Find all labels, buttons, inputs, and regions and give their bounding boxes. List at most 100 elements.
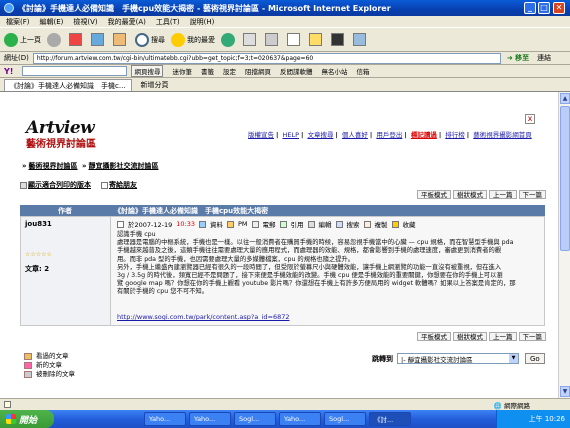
prev-post-button[interactable]: 上一篇 — [489, 332, 517, 341]
post-date: 於2007-12-19 — [128, 221, 173, 229]
link-help[interactable]: HELP — [282, 131, 299, 139]
taskbar-item[interactable]: Sogl... — [234, 412, 276, 426]
search-link[interactable]: 搜索 — [347, 219, 360, 229]
go-button[interactable]: ➜ 移至 — [507, 53, 529, 63]
yahoo-logo[interactable]: Y! — [4, 67, 13, 76]
print-version-link[interactable]: 顯示適合列印的版本 — [20, 180, 91, 190]
email-friend-link[interactable]: 寄給朋友 — [101, 180, 137, 190]
links-label[interactable]: 連結 — [537, 53, 551, 63]
yahoo-item-minipen[interactable]: 迷你筆 — [172, 66, 192, 76]
windows-flag-icon — [6, 414, 16, 424]
messenger-button[interactable] — [331, 33, 347, 46]
link-search[interactable]: 文章搜尋 — [307, 131, 333, 139]
next-post-button[interactable]: 下一篇 — [518, 190, 546, 199]
next-post-button[interactable]: 下一篇 — [518, 332, 546, 341]
menu-favorites[interactable]: 我的最愛(A) — [108, 17, 146, 27]
link-logout[interactable]: 用戶登出 — [376, 131, 402, 139]
home-button[interactable] — [113, 33, 129, 46]
edit-link[interactable]: 編輯 — [319, 219, 332, 229]
yahoo-item-wretch[interactable]: 無名小站 — [321, 66, 347, 76]
refresh-button[interactable] — [91, 33, 107, 46]
print-toolbar-button[interactable] — [265, 33, 281, 46]
profile-icon — [199, 220, 207, 228]
forward-button[interactable] — [47, 32, 63, 47]
search-label: 搜尋 — [151, 35, 165, 44]
prev-post-button[interactable]: 上一篇 — [489, 190, 517, 199]
history-button[interactable] — [221, 32, 237, 47]
discuss-button[interactable] — [309, 33, 325, 46]
close-button[interactable]: ✕ — [553, 2, 565, 14]
menu-tools[interactable]: 工具(T) — [156, 17, 180, 27]
close-ad-icon[interactable]: x — [525, 114, 535, 124]
copy-link[interactable]: 複製 — [375, 219, 388, 229]
document-icon — [287, 33, 300, 46]
breadcrumb-forum[interactable]: 藝術視界討論區 — [29, 162, 78, 170]
address-input[interactable]: http://forum.artview.com.tw/cgi-bin/ulti… — [32, 52, 501, 64]
tree-mode-button[interactable]: 樹狀模式 — [453, 190, 487, 199]
yahoo-item-popup-blocker[interactable]: 阻擋網頁 — [245, 66, 271, 76]
back-button[interactable]: 上一頁 — [4, 32, 41, 47]
taskbar-item[interactable]: Yaho... — [189, 412, 231, 426]
menu-file[interactable]: 檔案(F) — [6, 17, 30, 27]
menu-edit[interactable]: 編輯(E) — [40, 17, 64, 27]
tree-mode-button[interactable]: 樹狀模式 — [453, 332, 487, 341]
legend-read: 看過的文章 — [36, 352, 69, 360]
favorite-link[interactable]: 收藏 — [403, 219, 416, 229]
quote-link[interactable]: 引用 — [291, 219, 304, 229]
address-bar: 網址(D) http://forum.artview.com.tw/cgi-bi… — [0, 52, 570, 65]
taskbar-item[interactable]: Sogl... — [324, 412, 366, 426]
minimize-button[interactable]: _ — [524, 2, 536, 14]
window-titlebar[interactable]: 《討論》手機達人必備知識 手機cpu效能大揭密 - 藝術視界討論區 - Micr… — [0, 0, 570, 16]
profile-link[interactable]: 資料 — [210, 219, 223, 229]
forum-select-value: |- 靜宜攝影社交流討論區 — [401, 355, 473, 364]
author-name[interactable]: jou831 — [25, 220, 52, 228]
forum-select[interactable]: |- 靜宜攝影社交流討論區 ▼ — [397, 353, 519, 364]
clock[interactable]: 上午 10:26 — [529, 414, 565, 424]
breadcrumb-board[interactable]: 靜宜攝影社交流討論區 — [89, 162, 159, 170]
site-logo[interactable]: Artview 藝術視界討論區 — [26, 118, 96, 150]
yahoo-item-bookmarks[interactable]: 書籤 — [201, 66, 214, 76]
vertical-scrollbar[interactable]: ▲ ▼ — [558, 92, 570, 398]
maximize-button[interactable]: □ — [538, 2, 550, 14]
yahoo-item-antispy[interactable]: 反間諜軟體 — [280, 66, 313, 76]
taskbar-item[interactable]: Yaho... — [144, 412, 186, 426]
new-post-icon — [24, 362, 32, 369]
favorites-button[interactable]: 我的最愛 — [171, 32, 215, 47]
flat-mode-button[interactable]: 平板模式 — [417, 332, 451, 341]
flat-mode-button[interactable]: 平板模式 — [417, 190, 451, 199]
tab-current[interactable]: 《討論》手機達人必備知識 手機c... — [4, 79, 132, 91]
stop-button[interactable] — [69, 33, 85, 46]
scroll-up-icon[interactable]: ▲ — [560, 93, 570, 104]
body-line: 3g / 3.5g 的時代後，頻寬已經不是問題了，接下來便是手機效能的改變。手機… — [117, 272, 503, 280]
yahoo-item-settings[interactable]: 設定 — [223, 66, 236, 76]
search-button[interactable]: 搜尋 — [135, 32, 165, 47]
source-link[interactable]: http://www.sogi.com.tw/park/content.asp?… — [117, 313, 289, 321]
menu-view[interactable]: 檢視(V) — [73, 17, 97, 27]
link-home[interactable]: 藝術視界攝影網首頁 — [473, 131, 532, 139]
tab-new[interactable]: 新增分頁 — [135, 79, 174, 91]
printer-icon — [20, 181, 27, 189]
edit-toolbar-button[interactable] — [287, 33, 303, 46]
search-icon — [335, 220, 343, 228]
link-ranking[interactable]: 排行榜 — [445, 131, 465, 139]
scroll-down-icon[interactable]: ▼ — [560, 386, 570, 397]
menu-help[interactable]: 說明(H) — [190, 17, 215, 27]
yahoo-item-mail[interactable]: 信箱 — [356, 66, 369, 76]
link-mark-read[interactable]: 標記讀過 — [411, 131, 437, 139]
yahoo-search-button[interactable]: 網頁搜尋 — [131, 65, 164, 77]
taskbar-item[interactable]: Yaho... — [279, 412, 321, 426]
zone-label: 網際網路 — [504, 401, 530, 410]
link-preferences[interactable]: 個人喜好 — [342, 131, 368, 139]
email-link[interactable]: 電郵 — [263, 219, 276, 229]
research-button[interactable] — [353, 33, 369, 46]
jump-go-button[interactable]: Go — [525, 353, 545, 364]
history-icon — [221, 32, 235, 47]
link-copyright[interactable]: 版權宣告 — [248, 131, 274, 139]
pm-link[interactable]: PM — [238, 220, 248, 228]
scroll-thumb[interactable] — [560, 106, 570, 251]
mail-button[interactable] — [243, 33, 259, 46]
taskbar-item[interactable]: 《討... — [369, 412, 411, 426]
start-button[interactable]: 開始 — [0, 410, 54, 428]
copy-icon — [363, 220, 371, 228]
yahoo-search-input[interactable] — [22, 66, 128, 76]
